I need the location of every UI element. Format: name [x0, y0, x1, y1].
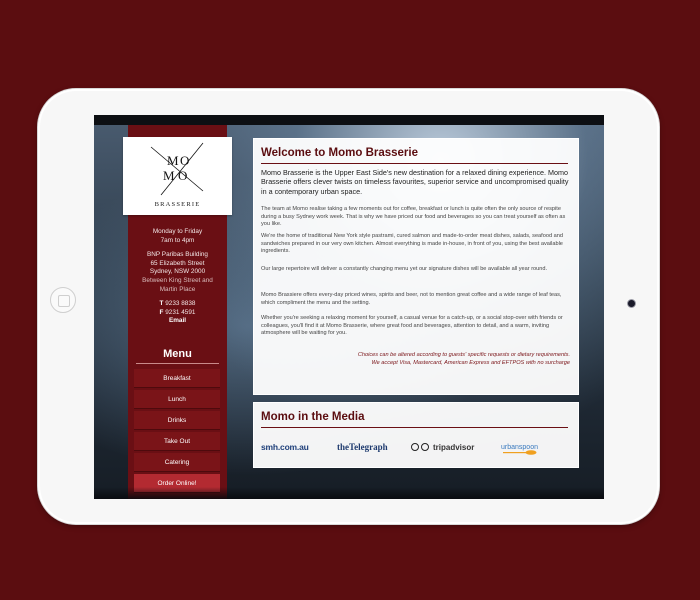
phone[interactable]: T 9233 8838 — [128, 300, 227, 309]
welcome-paragraph: Whether you're seeking a relaxing moment… — [261, 315, 563, 337]
telegraph-logo[interactable]: theTelegraph — [337, 437, 388, 457]
tripadvisor-label: tripadvisor — [433, 442, 475, 452]
media-logos: smh.com.au theTelegraph tripadvisor urba… — [261, 437, 573, 457]
welcome-paragraph: Our large repertoire will deliver a cons… — [261, 266, 548, 272]
logo-subtitle: BRASSERIE — [154, 201, 201, 208]
fax: F 9231 4591 — [128, 309, 227, 318]
welcome-paragraph: Momo Brassiere offers every-day priced w… — [261, 292, 562, 306]
welcome-lead: Momo Brasserie is the Upper East Side's … — [261, 168, 569, 196]
phone-label: T — [159, 300, 164, 308]
fax-label: F — [159, 308, 164, 316]
screen-bottom-fade — [94, 487, 604, 499]
address-street: 65 Elizabeth Street — [150, 259, 205, 267]
logo-letter: O — [180, 153, 189, 168]
owl-icon — [411, 442, 431, 452]
hours-time: 7am to 4pm — [160, 236, 195, 244]
spoon-icon — [503, 450, 537, 455]
camera-icon — [628, 300, 635, 307]
welcome-notes: Choices can be altered according to gues… — [358, 352, 570, 367]
contact-info: Monday to Friday 7am to 4pm BNP Paribas … — [128, 228, 227, 326]
menu-title: Menu — [163, 348, 192, 360]
address-city: Sydney, NSW 2000 — [149, 268, 206, 276]
momo-logo-icon: M O M O — [150, 142, 204, 196]
logo-letter: O — [178, 168, 187, 183]
menu-divider — [136, 363, 219, 364]
email-link[interactable]: Email — [169, 317, 186, 324]
dietary-note: Choices can be altered according to gues… — [357, 352, 570, 358]
address-building: BNP Paribas Building — [147, 251, 208, 259]
status-bar — [94, 115, 604, 125]
welcome-paragraph: We're the home of traditional New York s… — [261, 233, 563, 255]
logo-letter: M — [167, 153, 179, 168]
media-rule — [261, 427, 568, 428]
smh-logo[interactable]: smh.com.au — [261, 437, 309, 457]
tablet-screen: M O M O BRASSERIE Monday to Friday 7am t… — [94, 115, 604, 499]
hours-days: Monday to Friday — [152, 228, 203, 235]
media-title: Momo in the Media — [261, 411, 365, 423]
menu-item-catering[interactable]: Catering — [134, 453, 220, 472]
phone-number: 9233 8838 — [165, 300, 196, 308]
welcome-title: Welcome to Momo Brasserie — [261, 147, 419, 159]
urbanspoon-logo[interactable]: urbanspoon — [501, 437, 538, 457]
menu-item-lunch[interactable]: Lunch — [134, 390, 220, 409]
welcome-panel: Welcome to Momo Brasserie Momo Brasserie… — [253, 138, 579, 395]
sidebar: M O M O BRASSERIE Monday to Friday 7am t… — [123, 125, 232, 499]
title-rule — [261, 163, 568, 164]
address-between: Between King Street and — [142, 276, 213, 284]
menu-item-breakfast[interactable]: Breakfast — [134, 369, 220, 388]
menu-item-take-out[interactable]: Take Out — [134, 432, 220, 451]
menu-item-drinks[interactable]: Drinks — [134, 411, 220, 430]
welcome-paragraph: The team at Momo realise taking a few mo… — [261, 206, 566, 228]
home-button[interactable] — [50, 287, 76, 313]
payment-note: We accept Visa, Mastercard, American Exp… — [371, 359, 570, 366]
tripadvisor-logo[interactable]: tripadvisor — [411, 437, 474, 457]
logo-letter: M — [163, 168, 175, 183]
address-between-2: Martin Place — [159, 285, 196, 293]
media-panel: Momo in the Media smh.com.au theTelegrap… — [253, 402, 579, 468]
fax-number: 9231 4591 — [165, 308, 196, 316]
menu-list: Breakfast Lunch Drinks Take Out Catering… — [134, 369, 220, 495]
logo[interactable]: M O M O BRASSERIE — [123, 137, 232, 215]
